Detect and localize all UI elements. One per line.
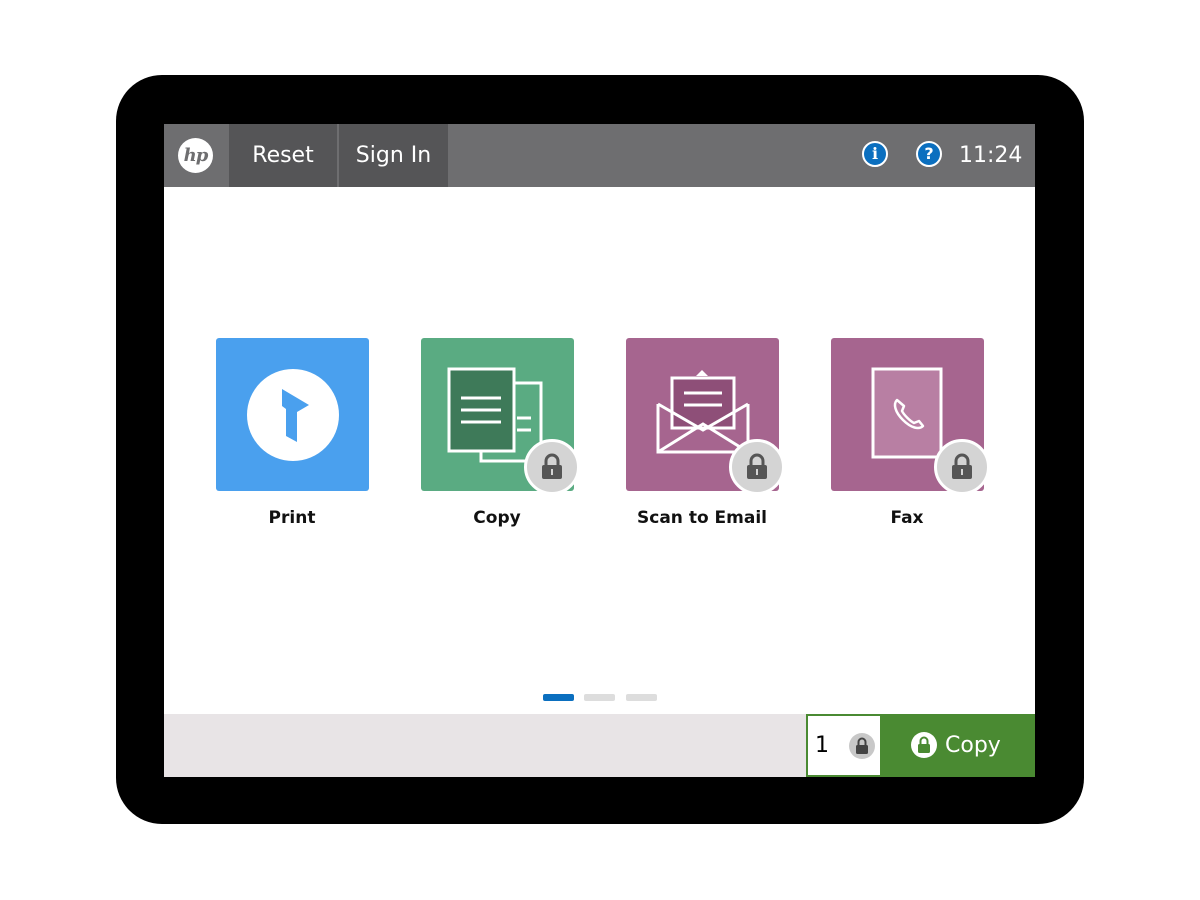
- page-indicator-dot-active[interactable]: [543, 694, 574, 701]
- lock-icon: [952, 453, 972, 479]
- copies-quantity-field[interactable]: 1: [806, 714, 882, 777]
- tile-label-fax: Fax: [890, 508, 924, 528]
- top-bar: hp Reset Sign In i ? 11:24: [164, 124, 1035, 187]
- lock-icon: [856, 737, 868, 754]
- scan-to-email-app-tile[interactable]: [626, 338, 785, 495]
- clock: 11:24: [959, 143, 1023, 168]
- info-icon[interactable]: i: [862, 141, 888, 167]
- hp-logo: hp: [178, 138, 213, 173]
- lock-icon: [747, 453, 767, 479]
- page-indicator-dot[interactable]: [626, 694, 657, 701]
- quantity-lock-badge: [849, 733, 875, 759]
- copy-lock-badge: [911, 732, 937, 758]
- sign-in-button[interactable]: Sign In: [339, 124, 448, 187]
- tile-label-scan-to-email: Scan to Email: [637, 508, 767, 528]
- lock-icon: [918, 736, 930, 753]
- lock-badge: [729, 439, 785, 495]
- bottom-bar: 1 Copy: [164, 714, 1035, 777]
- page-indicator-dot[interactable]: [584, 694, 615, 701]
- reset-button[interactable]: Reset: [229, 124, 337, 187]
- print-app-icon: [247, 369, 339, 461]
- fax-app-tile[interactable]: [831, 338, 990, 495]
- copy-app-tile[interactable]: [421, 338, 580, 495]
- lock-icon: [542, 453, 562, 479]
- lock-badge: [524, 439, 580, 495]
- tile-label-copy: Copy: [473, 508, 521, 528]
- copies-quantity-value: 1: [815, 733, 829, 758]
- print-app-tile[interactable]: [216, 338, 369, 491]
- lock-badge: [934, 439, 990, 495]
- quick-copy-label: Copy: [945, 733, 1001, 758]
- quick-copy-button[interactable]: Copy: [882, 714, 1035, 777]
- tile-label-print: Print: [268, 508, 316, 528]
- help-icon[interactable]: ?: [916, 141, 942, 167]
- control-panel-screen: hp Reset Sign In i ? 11:24 Print Copy Sc…: [164, 124, 1035, 777]
